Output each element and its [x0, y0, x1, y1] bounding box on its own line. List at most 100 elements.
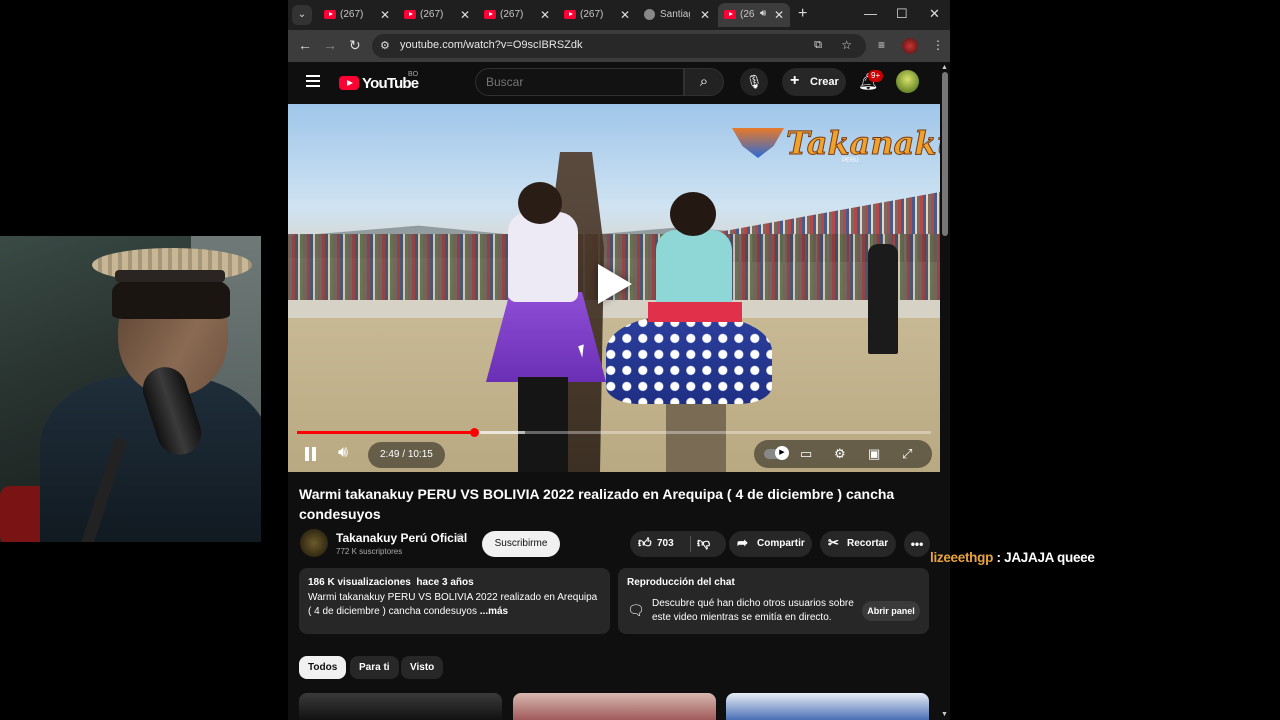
chat-replay-heading: Reproducción del chat [627, 577, 735, 588]
hamburger-menu-icon[interactable] [306, 75, 320, 87]
watermark-emblem [732, 128, 784, 158]
share-icon: ➦ [737, 535, 748, 550]
back-button[interactable]: ← [298, 37, 312, 53]
search-input[interactable] [475, 68, 684, 96]
site-info-icon[interactable]: ⚙ [380, 39, 390, 52]
description-body: Warmi takanakuy PERU VS BOLIVIA 2022 rea… [308, 592, 598, 617]
browser-tab-active[interactable]: (26 🔊︎ ✕ [718, 3, 790, 27]
settings-gear-icon[interactable]: ⚙ [834, 446, 846, 462]
chip-todos[interactable]: Todos [299, 656, 347, 679]
more-actions-button[interactable]: ••• [904, 531, 930, 557]
speaker-icon[interactable]: 🔊︎ [760, 8, 766, 19]
chip-para-ti[interactable]: Para ti [350, 656, 399, 679]
account-avatar[interactable] [896, 70, 919, 93]
country-code: BO [408, 71, 419, 78]
scroll-down-arrow-icon[interactable]: ▼ [941, 711, 948, 718]
tab-title: Santiag [660, 9, 690, 20]
thumbs-up-icon[interactable]: 👍︎ [638, 535, 652, 551]
close-tab-icon[interactable]: ✕ [460, 8, 470, 22]
volume-icon[interactable]: 🔊︎ [338, 444, 348, 462]
fullscreen-icon[interactable]: ⤢ [902, 446, 912, 462]
pause-button[interactable] [304, 447, 318, 461]
theater-mode-icon[interactable]: ▣ [868, 446, 880, 462]
tab-title: (267) La [580, 9, 606, 20]
scene-fighter-purple [486, 182, 606, 472]
install-app-icon[interactable]: ⧉ [814, 39, 822, 52]
show-more-link[interactable]: ...más [480, 606, 508, 617]
autoplay-toggle[interactable] [764, 446, 789, 460]
subscriber-count: 772 K suscriptores [336, 547, 403, 556]
clip-label: Recortar [847, 538, 889, 549]
microphone-icon: 🎙︎ [745, 74, 763, 89]
tab-strip: ⌄ (267) C ✕ (267) La ✕ (267) M ✕ (267) L… [288, 0, 950, 30]
forward-button[interactable]: → [323, 37, 337, 53]
scene-fighter-blue [606, 190, 778, 472]
related-video-thumbnail[interactable] [513, 693, 716, 720]
browser-tab[interactable]: Santiag ✕ [638, 3, 716, 27]
chip-visto[interactable]: Visto [401, 656, 444, 679]
description-meta: 186 K visualizaciones hace 3 años [308, 577, 474, 588]
scroll-up-arrow-icon[interactable]: ▲ [941, 64, 948, 71]
maximize-button[interactable]: ☐ [896, 6, 908, 22]
page-scrollbar[interactable]: ▲ ▼ [940, 62, 950, 720]
like-count[interactable]: 703 [657, 538, 674, 549]
channel-watermark: Takanakuy PERÚ [732, 122, 940, 166]
plus-icon: + [790, 72, 800, 89]
time-current: 2:49 [380, 449, 400, 460]
profile-avatar[interactable] [902, 38, 918, 54]
channel-name[interactable]: Takanakuy Perú Oficial [336, 531, 467, 545]
search-icon: ⌕ [699, 73, 709, 90]
media-control-icon[interactable]: ≡ [878, 38, 885, 52]
bookmark-star-icon[interactable]: ☆ [841, 38, 852, 52]
share-label: Compartir [757, 538, 805, 549]
scrollbar-thumb[interactable] [942, 72, 948, 236]
youtube-icon [324, 10, 336, 19]
address-bar[interactable]: ⚙ youtube.com/watch?v=O9scIBRSZdk ⧉ ☆ [372, 34, 866, 58]
video-player[interactable]: Takanakuy PERÚ 🔊︎ 2:49 / 10:15 ▭ [288, 104, 940, 472]
close-tab-icon[interactable]: ✕ [540, 8, 550, 22]
scene-referee [868, 244, 898, 354]
channel-avatar[interactable] [300, 529, 328, 557]
url-text[interactable]: youtube.com/watch?v=O9scIBRSZdk [400, 39, 583, 51]
description-text: Warmi takanakuy PERU VS BOLIVIA 2022 rea… [308, 591, 602, 619]
browser-tab[interactable]: (267) M ✕ [478, 3, 556, 27]
close-tab-icon[interactable]: ✕ [774, 8, 784, 22]
scrubber-handle[interactable] [469, 428, 479, 437]
like-dislike-group: 👍︎ 703 👎︎ [630, 531, 726, 557]
subtitles-icon[interactable]: ▭ [800, 446, 812, 462]
play-icon[interactable] [598, 264, 632, 304]
youtube-icon [724, 10, 736, 19]
clip-button[interactable]: ✂ Recortar [820, 531, 896, 557]
close-tab-icon[interactable]: ✕ [380, 8, 390, 22]
progress-bar[interactable] [297, 428, 931, 437]
create-button[interactable]: + Crear [782, 68, 846, 96]
subscribe-button[interactable]: Suscribirme [482, 531, 560, 557]
reload-button[interactable]: ↻ [349, 37, 361, 54]
browser-tab[interactable]: (267) La ✕ [398, 3, 476, 27]
watermark-text: Takanakuy [785, 124, 940, 163]
tab-title: (267) M [500, 9, 526, 20]
close-window-button[interactable]: ✕ [929, 6, 940, 22]
close-tab-icon[interactable]: ✕ [700, 8, 710, 22]
new-tab-button[interactable]: + [798, 5, 807, 23]
tab-search-button[interactable]: ⌄ [292, 5, 312, 25]
description-box[interactable]: 186 K visualizaciones hace 3 años Warmi … [299, 568, 610, 634]
youtube-logo[interactable]: YouTube BO [339, 71, 419, 92]
share-button[interactable]: ➦ Compartir [729, 531, 812, 557]
thumbs-down-icon[interactable]: 👎︎ [697, 535, 710, 551]
minimize-button[interactable]: — [864, 6, 877, 21]
voice-search-button[interactable]: 🎙︎ [740, 68, 768, 96]
chat-username: lizeeethgp [930, 550, 994, 565]
divider [690, 536, 691, 552]
browser-tab[interactable]: (267) La ✕ [558, 3, 636, 27]
related-video-thumbnail[interactable] [299, 693, 502, 720]
stream-chat-message: lizeeethgp : JAJAJA queee [930, 550, 1095, 565]
related-video-thumbnail[interactable] [726, 693, 929, 720]
time-total: 10:15 [407, 449, 433, 460]
close-tab-icon[interactable]: ✕ [620, 8, 630, 22]
search-button[interactable]: ⌕ [684, 68, 724, 96]
youtube-icon [484, 10, 496, 19]
open-panel-button[interactable]: Abrir panel [862, 601, 920, 621]
browser-tab[interactable]: (267) C ✕ [318, 3, 396, 27]
browser-menu-icon[interactable]: ⋮ [932, 38, 944, 52]
